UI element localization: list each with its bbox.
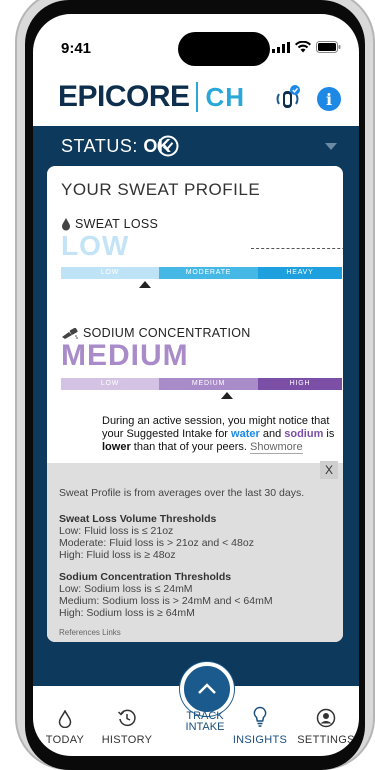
info-intro: Sweat Profile is from averages over the … (59, 487, 305, 499)
logo-sub: CH (205, 81, 246, 112)
nav-today-label: TODAY (45, 734, 85, 746)
status-label: STATUS: (61, 136, 138, 156)
references-link[interactable]: References Links (59, 627, 121, 639)
track-label-line-2: INTAKE (185, 721, 225, 733)
sweat-threshold-moderate: Moderate: Fluid loss is > 21oz and < 48o… (59, 537, 254, 549)
logo-divider (195, 82, 198, 112)
nav-today[interactable]: TODAY (43, 706, 87, 746)
info-icon[interactable]: i (317, 87, 341, 111)
app-screen: 9:41 EPICORE CH i STATUS: OK YOUR SWEAT … (33, 14, 359, 756)
sweat-loss-scale: LOW MODERATE HEAVY (61, 267, 342, 279)
sweat-loss-label-text: SWEAT LOSS (75, 217, 159, 231)
thresholds-info-panel: X Sweat Profile is from averages over th… (47, 461, 343, 642)
status-bar-row[interactable]: STATUS: OK (33, 126, 359, 166)
droplet-icon (62, 217, 70, 230)
sweat-loss-level: LOW (61, 230, 130, 261)
user-circle-icon (316, 708, 336, 728)
signal-icon (272, 41, 290, 53)
nav-settings-label: SETTINGS (297, 734, 355, 746)
note-sodium: sodium (284, 428, 324, 440)
note-water: water (231, 428, 260, 440)
nav-insights[interactable]: INSIGHTS (229, 706, 291, 746)
sodium-segment-medium: MEDIUM (159, 378, 258, 390)
droplet-outline-icon (58, 710, 72, 728)
sodium-marker (220, 392, 233, 399)
sodium-threshold-medium: Medium: Sodium loss is > 24mM and < 64mM (59, 595, 273, 607)
nav-history[interactable]: HISTORY (99, 706, 155, 746)
app-logo: EPICORE CH (58, 80, 245, 114)
device-connected-icon[interactable] (273, 84, 303, 114)
track-intake-button[interactable] (180, 662, 234, 716)
sweat-loss-segment-moderate: MODERATE (159, 267, 258, 279)
salt-shaker-icon (62, 327, 78, 339)
sweat-profile-card: YOUR SWEAT PROFILE SWEAT LOSS LOW LOW MO… (47, 166, 343, 642)
header-area: 9:41 EPICORE CH i (33, 14, 359, 126)
sodium-segment-high: HIGH (258, 378, 342, 390)
status-icons (272, 41, 341, 53)
nav-settings[interactable]: SETTINGS (295, 706, 357, 746)
sweat-thresholds-heading: Sweat Loss Volume Thresholds (59, 513, 217, 525)
battery-icon (316, 41, 341, 53)
logo-text: EPICORE (58, 80, 190, 113)
sodium-segment-low: LOW (61, 378, 159, 390)
close-button[interactable]: X (320, 461, 338, 479)
dashed-guide-line (251, 248, 343, 249)
lightbulb-icon (253, 706, 267, 727)
check-circle-icon (157, 135, 179, 157)
sodium-label-text: SODIUM CONCENTRATION (83, 326, 251, 340)
nav-history-label: HISTORY (101, 734, 153, 746)
sweat-loss-segment-heavy: HEAVY (258, 267, 342, 279)
sweat-loss-marker (139, 281, 152, 288)
note-and: and (259, 428, 285, 440)
sweat-loss-segment-low: LOW (61, 267, 159, 279)
sodium-thresholds-heading: Sodium Concentration Thresholds (59, 571, 232, 583)
track-intake-label[interactable]: TRACK INTAKE (173, 711, 237, 733)
intake-note: During an active session, you might noti… (102, 415, 337, 454)
sweat-threshold-low: Low: Fluid loss is ≤ 21oz (59, 525, 174, 537)
sodium-level: MEDIUM (61, 339, 189, 372)
sweat-threshold-high: High: Fluid loss is ≥ 48oz (59, 549, 176, 561)
chevron-up-icon (198, 683, 216, 694)
note-is: is (323, 428, 335, 440)
wifi-icon (295, 41, 311, 53)
note-text-2: than that of your peers. (130, 441, 250, 453)
sodium-label: SODIUM CONCENTRATION (61, 326, 251, 340)
dynamic-island (178, 32, 270, 66)
status-time: 9:41 (61, 40, 92, 57)
phone-frame: 9:41 EPICORE CH i STATUS: OK YOUR SWEAT … (5, 0, 375, 770)
header-actions: i (273, 84, 341, 114)
card-title: YOUR SWEAT PROFILE (61, 180, 261, 199)
show-more-link[interactable]: Showmore (249, 441, 303, 454)
nav-insights-label: INSIGHTS (232, 734, 288, 746)
sodium-threshold-low: Low: Sodium loss is ≤ 24mM (59, 583, 193, 595)
history-icon (117, 709, 136, 727)
sweat-loss-label: SWEAT LOSS (61, 217, 158, 231)
chevron-down-icon[interactable] (325, 143, 337, 150)
status-text: STATUS: OK (61, 136, 171, 157)
sodium-threshold-high: High: Sodium loss is ≥ 64mM (59, 607, 195, 619)
note-lower: lower (102, 441, 131, 453)
sodium-scale: LOW MEDIUM HIGH (61, 378, 342, 390)
